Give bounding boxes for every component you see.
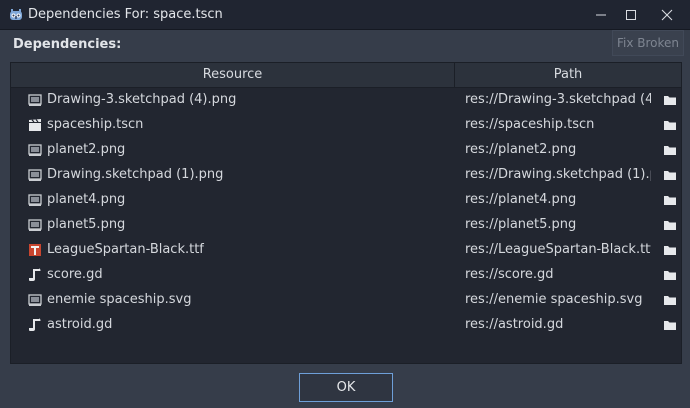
table-row[interactable]: spaceship.tscn res://spaceship.tscn xyxy=(11,113,681,138)
dependencies-dialog: Dependencies: Fix Broken Resource Path D… xyxy=(0,30,690,408)
table-row[interactable]: Drawing-3.sketchpad (4).png res://Drawing… xyxy=(11,88,681,113)
minimize-icon xyxy=(596,14,606,16)
folder-icon[interactable] xyxy=(663,244,677,256)
resource-path: res://Drawing-3.sketchpad (4). xyxy=(465,92,651,107)
table-row[interactable]: enemie spaceship.svg res://enemie spacesh… xyxy=(11,288,681,313)
resource-name: Drawing-3.sketchpad (4).png xyxy=(47,92,237,107)
column-header-path[interactable]: Path xyxy=(455,63,681,87)
dependencies-tree: Resource Path Drawing-3.sketchpad (4).pn… xyxy=(10,62,682,364)
resource-name: LeagueSpartan-Black.ttf xyxy=(47,242,204,257)
godot-logo-icon xyxy=(10,9,22,20)
fix-broken-button[interactable]: Fix Broken xyxy=(612,30,684,56)
resource-name: planet2.png xyxy=(47,142,126,157)
tree-header: Resource Path xyxy=(11,63,681,88)
resource-name: enemie spaceship.svg xyxy=(47,292,192,307)
scene-icon xyxy=(28,118,42,132)
resource-path: res://enemie spaceship.svg xyxy=(465,292,643,307)
folder-icon[interactable] xyxy=(663,94,677,106)
resource-path: res://spaceship.tscn xyxy=(465,117,595,132)
image-icon xyxy=(28,93,42,107)
table-row[interactable]: astroid.gd res://astroid.gd xyxy=(11,313,681,338)
folder-icon[interactable] xyxy=(663,269,677,281)
resource-path: res://Drawing.sketchpad (1).p... xyxy=(465,167,651,182)
table-row[interactable]: planet5.png res://planet5.png xyxy=(11,213,681,238)
resource-path: res://planet5.png xyxy=(465,217,577,232)
table-row[interactable]: LeagueSpartan-Black.ttf res://LeagueSpart… xyxy=(11,238,681,263)
title-bar: Dependencies For: space.tscn xyxy=(0,0,690,30)
dependencies-label: Dependencies: xyxy=(13,37,122,52)
folder-icon[interactable] xyxy=(663,144,677,156)
table-row[interactable]: Drawing.sketchpad (1).png res://Drawing.s… xyxy=(11,163,681,188)
folder-icon[interactable] xyxy=(663,319,677,331)
resource-path: res://astroid.gd xyxy=(465,317,564,332)
maximize-icon xyxy=(626,10,636,20)
folder-icon[interactable] xyxy=(663,219,677,231)
image-icon xyxy=(28,143,42,157)
folder-icon[interactable] xyxy=(663,169,677,181)
folder-icon[interactable] xyxy=(663,119,677,131)
resource-path: res://planet2.png xyxy=(465,142,577,157)
resource-path: res://LeagueSpartan-Black.ttf xyxy=(465,242,651,257)
image-icon xyxy=(28,193,42,207)
script-icon xyxy=(28,318,42,332)
image-icon xyxy=(28,218,42,232)
resource-name: score.gd xyxy=(47,267,103,282)
resource-name: planet5.png xyxy=(47,217,126,232)
table-row[interactable]: planet2.png res://planet2.png xyxy=(11,138,681,163)
resource-name: planet4.png xyxy=(47,192,126,207)
script-icon xyxy=(28,268,42,282)
table-row[interactable]: planet4.png res://planet4.png xyxy=(11,188,681,213)
resource-path: res://planet4.png xyxy=(465,192,577,207)
image-icon xyxy=(28,293,42,307)
resource-name: Drawing.sketchpad (1).png xyxy=(47,167,224,182)
window-title: Dependencies For: space.tscn xyxy=(28,7,223,22)
folder-icon[interactable] xyxy=(663,194,677,206)
close-button[interactable] xyxy=(644,0,690,30)
table-row[interactable]: score.gd res://score.gd xyxy=(11,263,681,288)
resource-path: res://score.gd xyxy=(465,267,554,282)
image-icon xyxy=(28,168,42,182)
resource-name: spaceship.tscn xyxy=(47,117,144,132)
close-icon xyxy=(661,9,673,21)
ok-button[interactable]: OK xyxy=(299,373,393,402)
resource-name: astroid.gd xyxy=(47,317,113,332)
font-icon xyxy=(28,243,42,257)
column-header-resource[interactable]: Resource xyxy=(11,63,455,87)
folder-icon[interactable] xyxy=(663,294,677,306)
